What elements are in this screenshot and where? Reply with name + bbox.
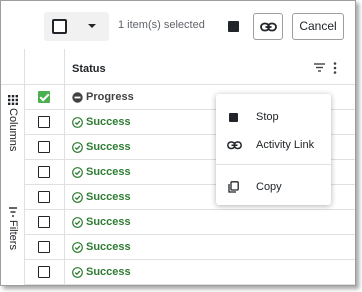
status-label: Success [86, 116, 131, 128]
link-icon [227, 141, 242, 150]
row-select-cell [25, 135, 65, 160]
menu-item-label: Copy [256, 181, 282, 193]
status-label: Success [86, 266, 131, 278]
stop-icon [228, 21, 239, 32]
success-icon [72, 216, 83, 228]
selection-column-header [25, 49, 65, 85]
filters-tab-label: Filters [7, 220, 19, 250]
status-cell: Success [72, 141, 131, 153]
success-icon [72, 266, 83, 278]
row-select-cell [25, 160, 65, 185]
activity-link-button[interactable] [253, 13, 283, 40]
menu-item-label: Activity Link [256, 139, 315, 151]
row-checkbox[interactable] [38, 241, 50, 253]
table-row[interactable]: Success [25, 235, 355, 260]
columns-icon [8, 95, 18, 105]
grid-header: Status [25, 49, 355, 85]
column-filter-icon[interactable] [314, 63, 325, 72]
status-cell: Success [72, 166, 131, 178]
status-cell: Progress [72, 91, 134, 103]
status-cell: Success [72, 216, 131, 228]
menu-item-activity-link[interactable]: Activity Link [216, 132, 331, 158]
status-cell: Success [72, 266, 131, 278]
grid-window: 1 item(s) selected Cancel Columns Filter… [0, 0, 356, 286]
stop-button[interactable] [218, 11, 248, 41]
status-label: Progress [86, 91, 134, 103]
cancel-button[interactable]: Cancel [292, 13, 344, 40]
status-cell: Success [72, 116, 131, 128]
row-select-cell [25, 110, 65, 135]
menu-item-copy[interactable]: Copy [216, 174, 331, 200]
side-panel: Columns Filters [1, 49, 25, 285]
table-row[interactable]: Success [25, 260, 355, 285]
selection-count: 1 item(s) selected [118, 19, 205, 31]
menu-item-stop[interactable]: Stop [216, 104, 331, 130]
success-icon [72, 241, 83, 253]
toolbar: 1 item(s) selected Cancel [1, 1, 355, 49]
status-column-header[interactable]: Status [72, 63, 106, 75]
copy-icon [228, 181, 239, 193]
status-label: Success [86, 241, 131, 253]
row-checkbox[interactable] [38, 166, 50, 178]
row-checkbox[interactable] [38, 91, 50, 103]
success-icon [72, 141, 83, 153]
columns-tab-label: Columns [7, 108, 19, 152]
stop-icon [228, 112, 239, 123]
link-icon [260, 22, 277, 32]
status-cell: Success [72, 241, 131, 253]
success-icon [72, 116, 83, 128]
row-checkbox[interactable] [38, 191, 50, 203]
success-icon [72, 166, 83, 178]
row-checkbox[interactable] [38, 216, 50, 228]
row-select-cell [25, 260, 65, 285]
select-all-dropdown[interactable] [44, 12, 109, 41]
status-label: Success [86, 191, 131, 203]
select-all-checkbox[interactable] [52, 19, 67, 34]
filters-tab[interactable]: Filters [3, 207, 23, 250]
column-menu-icon[interactable] [333, 62, 337, 74]
row-checkbox[interactable] [38, 141, 50, 153]
row-select-cell [25, 235, 65, 260]
row-select-cell [25, 185, 65, 210]
caret-down-icon[interactable] [88, 24, 96, 28]
status-cell: Success [72, 191, 131, 203]
menu-divider [216, 164, 331, 165]
row-checkbox[interactable] [38, 116, 50, 128]
progress-icon [72, 91, 83, 103]
table-row[interactable]: Success [25, 210, 355, 235]
row-select-cell [25, 85, 65, 110]
row-checkbox[interactable] [38, 266, 50, 278]
menu-item-label: Stop [256, 111, 279, 123]
status-label: Success [86, 216, 131, 228]
success-icon [72, 191, 83, 203]
status-label: Success [86, 141, 131, 153]
row-select-cell [25, 210, 65, 235]
columns-tab[interactable]: Columns [3, 95, 23, 151]
context-menu: Stop Activity Link Copy [216, 94, 331, 205]
filter-icon [9, 207, 17, 217]
status-label: Success [86, 166, 131, 178]
